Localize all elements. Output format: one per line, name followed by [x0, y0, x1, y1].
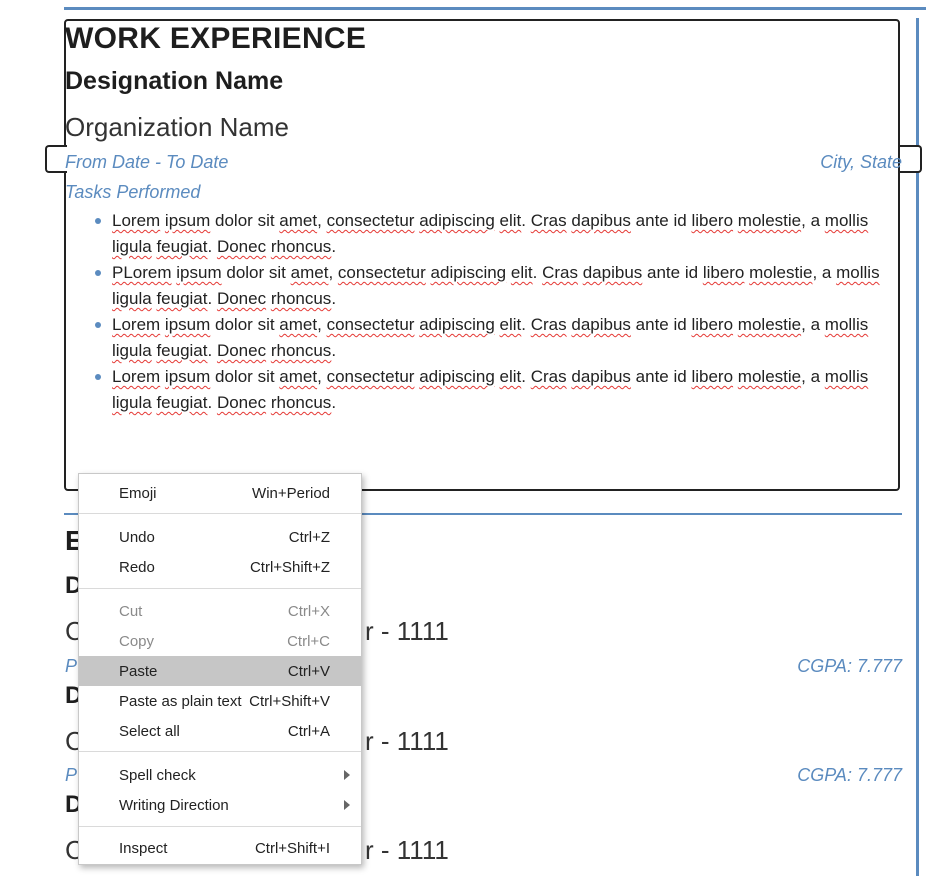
menu-item-shortcut: Ctrl+Shift+Z — [249, 558, 330, 576]
task-item[interactable]: Lorem ipsum dolor sit amet, consectetur … — [95, 364, 907, 416]
resize-handle-right[interactable] — [900, 145, 922, 173]
section-divider-top — [64, 7, 926, 10]
menu-item-writing-direction[interactable]: Writing Direction — [79, 790, 361, 820]
context-menu: Emoji Win+Period Undo Ctrl+Z Redo Ctrl+S… — [78, 473, 362, 865]
menu-item-undo[interactable]: Undo Ctrl+Z — [79, 522, 361, 552]
task-item[interactable]: PLorem ipsum dolor sit amet, consectetur… — [95, 260, 907, 312]
menu-item-label: Undo — [119, 528, 155, 546]
date-range[interactable]: From Date - To Date — [65, 152, 228, 173]
menu-item-label: Emoji — [119, 484, 157, 502]
cgpa[interactable]: CGPA: 7.777 — [797, 656, 902, 677]
section-title: WORK EXPERIENCE — [65, 22, 367, 55]
task-item[interactable]: Lorem ipsum dolor sit amet, consectetur … — [95, 208, 907, 260]
institution-year[interactable]: r - 1111 — [365, 726, 449, 757]
menu-item-label: Writing Direction — [119, 796, 229, 814]
menu-item-shortcut: Ctrl+C — [287, 632, 330, 650]
menu-item-shortcut: Ctrl+V — [287, 662, 330, 680]
task-item[interactable]: Lorem ipsum dolor sit amet, consectetur … — [95, 312, 907, 364]
resize-handle-left[interactable] — [45, 145, 67, 173]
menu-item-shortcut: Ctrl+Shift+V — [249, 692, 330, 710]
menu-item-label: Spell check — [119, 766, 196, 784]
menu-item-select-all[interactable]: Select all Ctrl+A — [79, 716, 361, 746]
tasks-label[interactable]: Tasks Performed — [65, 182, 200, 203]
menu-item-shortcut: Win+Period — [252, 484, 330, 502]
submenu-arrow-icon — [344, 770, 350, 780]
menu-item-inspect[interactable]: Inspect Ctrl+Shift+I — [79, 833, 361, 863]
menu-item-shortcut: Ctrl+Z — [288, 528, 330, 546]
menu-item-label: Inspect — [119, 839, 168, 857]
menu-item-label: Copy — [119, 632, 155, 650]
menu-separator — [79, 588, 361, 589]
tasks-list[interactable]: Lorem ipsum dolor sit amet, consectetur … — [95, 208, 907, 416]
menu-separator — [79, 751, 361, 752]
cgpa[interactable]: CGPA: 7.777 — [797, 765, 902, 786]
menu-item-copy[interactable]: Copy Ctrl+C — [79, 626, 361, 656]
menu-item-label: Paste as plain text — [119, 692, 242, 710]
menu-item-shortcut: Ctrl+A — [287, 722, 330, 740]
menu-item-label: Cut — [119, 602, 143, 620]
menu-item-paste[interactable]: Paste Ctrl+V — [79, 656, 361, 686]
menu-item-shortcut: Ctrl+X — [287, 602, 330, 620]
organization-name[interactable]: Organization Name — [65, 112, 289, 143]
menu-item-paste-plain-text[interactable]: Paste as plain text Ctrl+Shift+V — [79, 686, 361, 716]
institution-year[interactable]: r - 1111 — [365, 835, 449, 866]
menu-item-emoji[interactable]: Emoji Win+Period — [79, 478, 361, 508]
menu-item-redo[interactable]: Redo Ctrl+Shift+Z — [79, 552, 361, 582]
submenu-arrow-icon — [344, 800, 350, 810]
menu-item-label: Paste — [119, 662, 158, 680]
location[interactable]: City, State — [820, 152, 902, 173]
menu-separator — [79, 513, 361, 514]
percentage[interactable]: P — [65, 656, 77, 677]
menu-separator — [79, 826, 361, 827]
menu-item-label: Redo — [119, 558, 155, 576]
menu-item-shortcut: Ctrl+Shift+I — [254, 839, 330, 857]
menu-item-label: Select all — [119, 722, 180, 740]
institution-year[interactable]: r - 1111 — [365, 616, 449, 647]
percentage[interactable]: P — [65, 765, 77, 786]
menu-item-cut[interactable]: Cut Ctrl+X — [79, 596, 361, 626]
menu-item-spell-check[interactable]: Spell check — [79, 760, 361, 790]
designation-name[interactable]: Designation Name — [65, 67, 283, 96]
